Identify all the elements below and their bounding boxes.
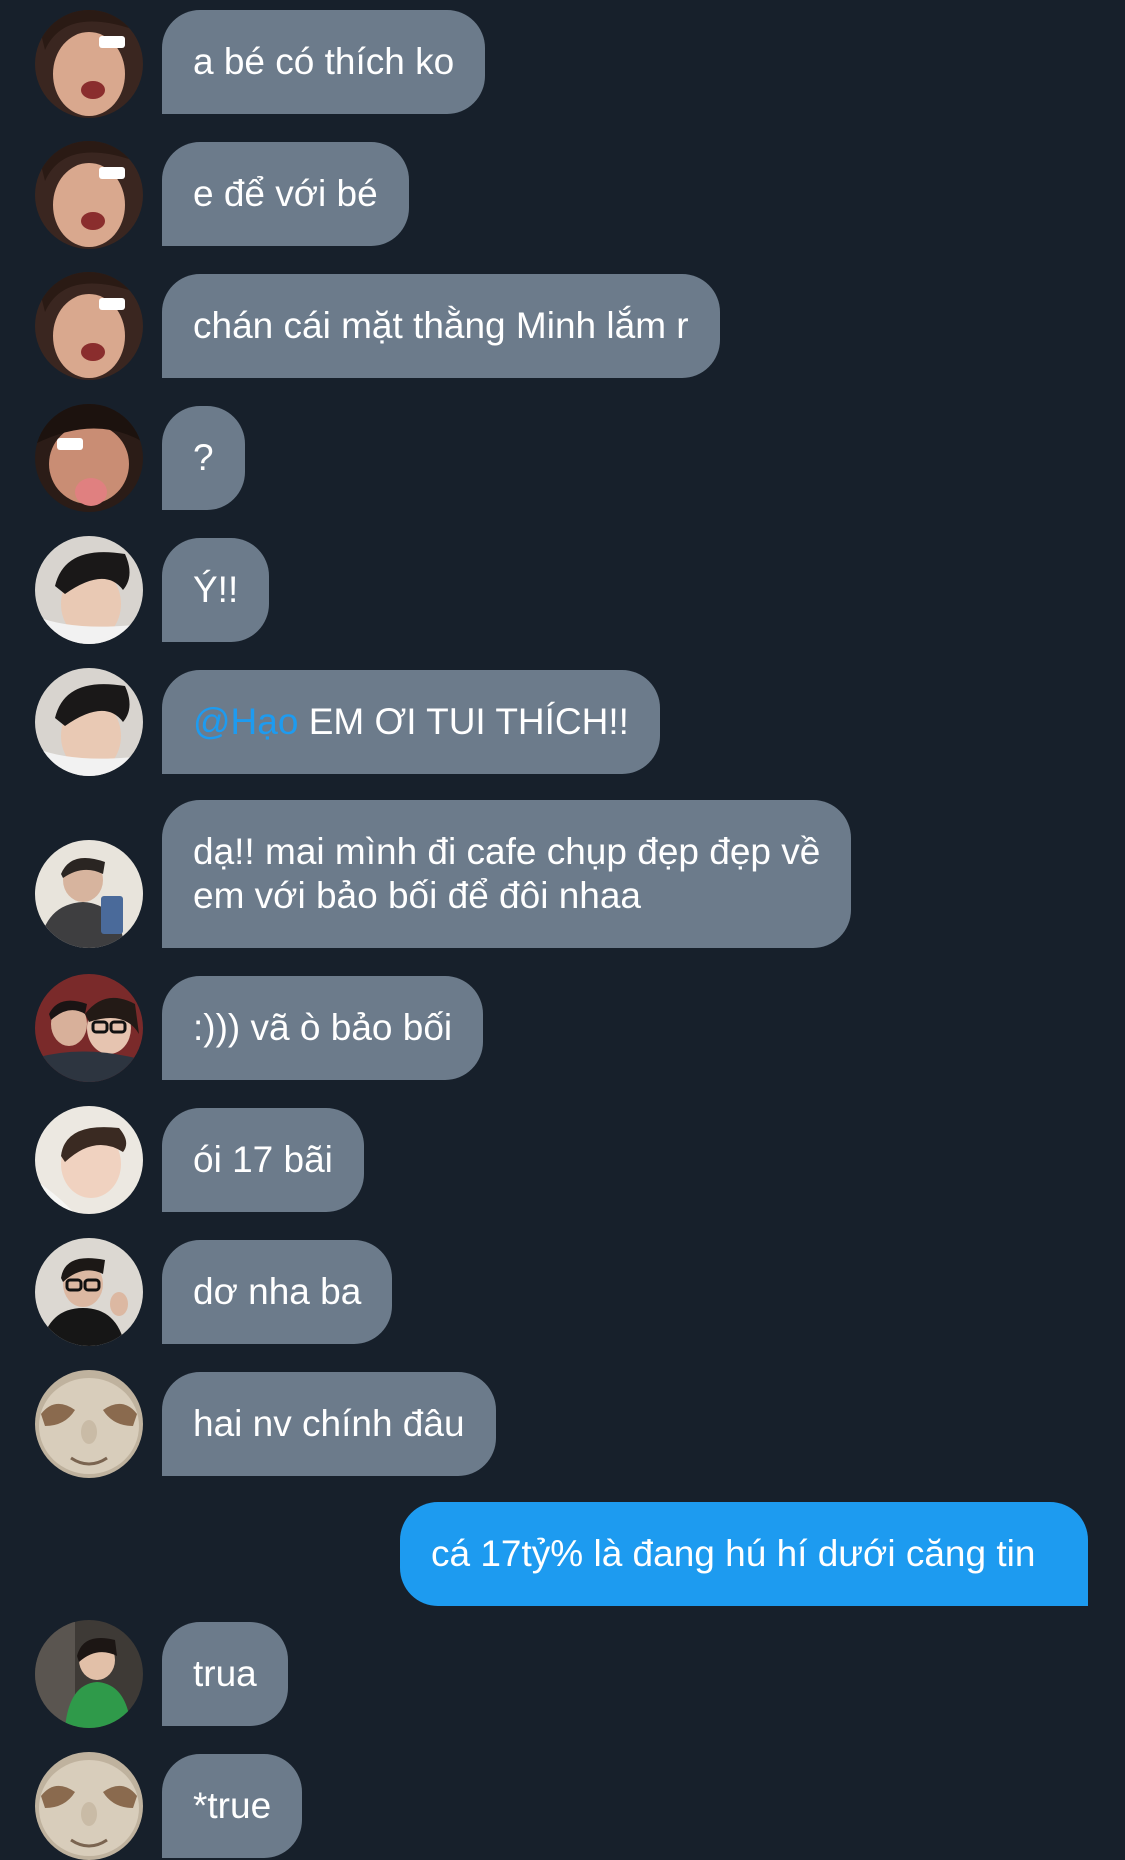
- message-text: hai nv chính đâu: [193, 1403, 465, 1444]
- message-bubble[interactable]: hai nv chính đâu: [162, 1372, 496, 1476]
- message-text-line-1: dạ!! mai mình đi cafe chụp đẹp đẹp về: [193, 831, 821, 872]
- message-bubble[interactable]: chán cái mặt thằng Minh lắm r: [162, 274, 720, 378]
- cat-face-avatar[interactable]: [35, 1752, 143, 1860]
- green-shirt-avatar[interactable]: [35, 1620, 143, 1728]
- message-text: Ý!!: [193, 569, 239, 610]
- message-text: trua: [193, 1653, 257, 1694]
- couple-glasses-avatar[interactable]: [35, 974, 143, 1082]
- message-bubble[interactable]: ói 17 bãi: [162, 1108, 364, 1212]
- lying-boy-avatar[interactable]: [35, 1106, 143, 1214]
- selfie-phone-avatar[interactable]: [35, 840, 143, 948]
- dark-hair-boy-avatar[interactable]: [35, 536, 143, 644]
- tongue-out-avatar[interactable]: [35, 404, 143, 512]
- glasses-boy-avatar[interactable]: [35, 1238, 143, 1346]
- outgoing-message-bubble[interactable]: cá 17tỷ% là đang hú hí dưới căng tin: [400, 1502, 1088, 1606]
- message-text-line-2: em với bảo bối để đôi nhaa: [193, 875, 642, 916]
- message-text: cá 17tỷ% là đang hú hí dưới căng tin: [431, 1533, 1036, 1574]
- curly-hair-boy-avatar[interactable]: [35, 141, 143, 249]
- message-bubble[interactable]: trua: [162, 1622, 288, 1726]
- cat-face-avatar[interactable]: [35, 1370, 143, 1478]
- message-bubble[interactable]: @Hạo EM ƠI TUI THÍCH!!: [162, 670, 660, 774]
- curly-hair-boy-avatar[interactable]: [35, 272, 143, 380]
- message-text: :))) vã ò bảo bối: [193, 1007, 453, 1048]
- message-text: @Hạo EM ƠI TUI THÍCH!!: [193, 700, 629, 744]
- message-bubble[interactable]: e để với bé: [162, 142, 409, 246]
- message-bubble[interactable]: dạ!! mai mình đi cafe chụp đẹp đẹp về em…: [162, 800, 852, 948]
- message-bubble[interactable]: a bé có thích ko: [162, 10, 486, 114]
- message-text: chán cái mặt thằng Minh lắm r: [193, 305, 689, 346]
- message-text: a bé có thích ko: [193, 41, 455, 82]
- message-text: dơ nha ba: [193, 1271, 362, 1312]
- curly-hair-boy-avatar[interactable]: [35, 10, 143, 118]
- mention-link[interactable]: @Hạo: [193, 701, 298, 742]
- message-text: e để với bé: [193, 173, 378, 214]
- message-bubble[interactable]: :))) vã ò bảo bối: [162, 976, 484, 1080]
- message-bubble[interactable]: Ý!!: [162, 538, 270, 642]
- message-bubble[interactable]: dơ nha ba: [162, 1240, 393, 1344]
- message-text: ói 17 bãi: [193, 1139, 333, 1180]
- message-text-rest: EM ƠI TUI THÍCH!!: [298, 701, 629, 742]
- message-bubble[interactable]: ?: [162, 406, 245, 510]
- message-text: ?: [193, 437, 214, 478]
- message-bubble[interactable]: *true: [162, 1754, 303, 1858]
- message-text: *true: [193, 1785, 272, 1826]
- dark-hair-boy-avatar[interactable]: [35, 668, 143, 776]
